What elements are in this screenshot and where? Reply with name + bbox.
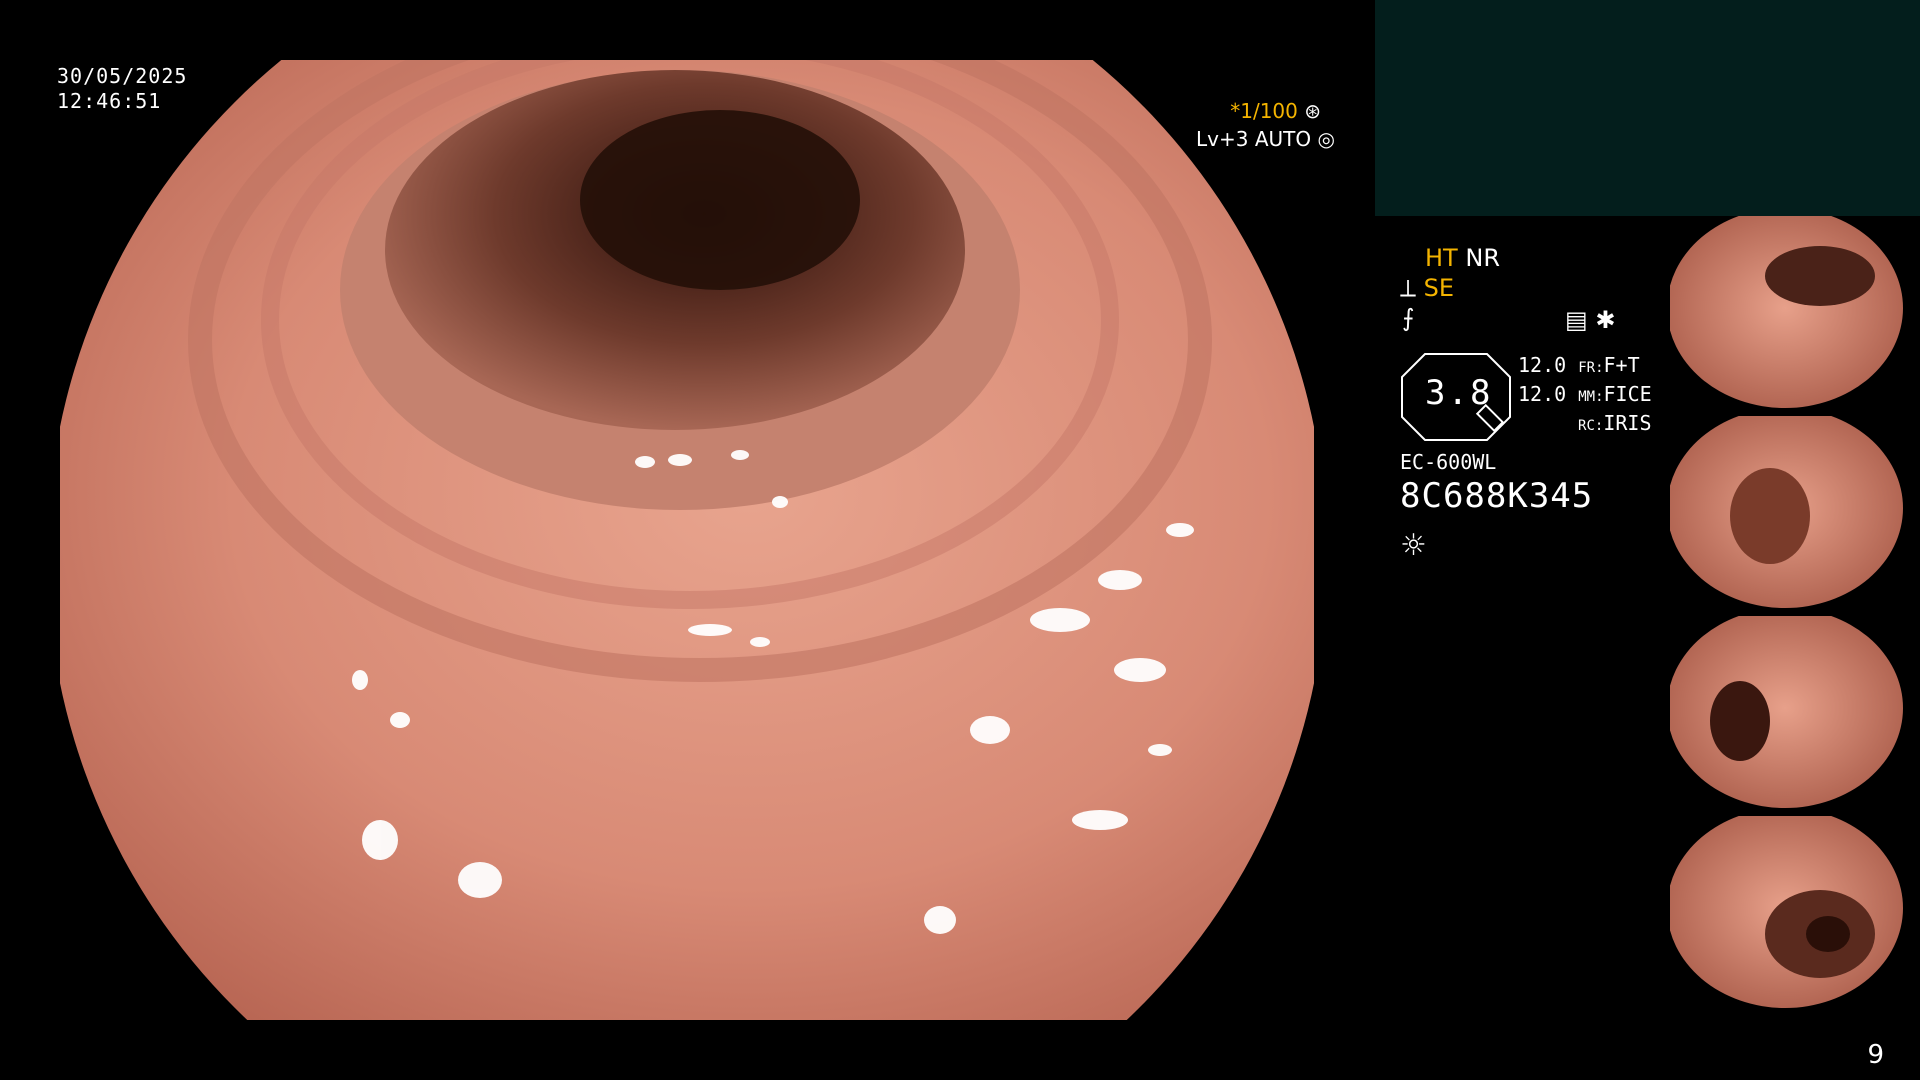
level-text: Lv+3 AUTO bbox=[1196, 127, 1312, 151]
scope-serial: 8C688K345 bbox=[1400, 476, 1594, 516]
se-row: ⟂ SE bbox=[1400, 274, 1454, 302]
thumbnail-2[interactable] bbox=[1670, 416, 1920, 616]
spec-value: 12.0 bbox=[1518, 382, 1567, 406]
aperture-icon: ⊛ bbox=[1304, 99, 1321, 123]
spec-value: 12.0 bbox=[1518, 353, 1567, 377]
zoom-icon: ⨍ bbox=[1402, 304, 1415, 332]
thumbnail-1[interactable] bbox=[1670, 216, 1920, 416]
thumbnail-3[interactable] bbox=[1670, 616, 1920, 816]
date-text: 30/05/2025 bbox=[57, 64, 188, 88]
spec-label: MM: bbox=[1578, 389, 1604, 405]
spec-mode: FICE bbox=[1603, 382, 1652, 406]
spec-label: FR: bbox=[1578, 360, 1604, 376]
menu-icon: ▤ bbox=[1565, 306, 1588, 334]
timestamp: 30/05/2025 12:46:51 bbox=[57, 64, 187, 114]
nr-label: NR bbox=[1465, 244, 1500, 272]
spec-row: 12.0 FR:F+T bbox=[1518, 352, 1652, 381]
thumbnail-strip bbox=[1670, 216, 1920, 1016]
status-panel bbox=[1375, 0, 1920, 216]
scope-icon: ⟂ bbox=[1400, 274, 1417, 302]
spec-mode: IRIS bbox=[1603, 411, 1652, 435]
se-label: SE bbox=[1423, 274, 1455, 302]
star-icon: ✱ bbox=[1595, 306, 1616, 334]
spec-label: RC: bbox=[1578, 418, 1604, 434]
menu-star-row: ▤ ✱ bbox=[1565, 306, 1615, 334]
light-icon: ☼ bbox=[1400, 528, 1427, 563]
spec-row: 12.0 MM:FICE bbox=[1518, 381, 1652, 410]
shutter-text: *1/100 bbox=[1230, 99, 1298, 123]
processing-modes: HT NR bbox=[1425, 244, 1500, 272]
thumbnail-4[interactable] bbox=[1670, 816, 1920, 1016]
spec-mode: F+T bbox=[1603, 353, 1640, 377]
scope-model: EC-600WL bbox=[1400, 450, 1497, 474]
spec-list: 12.0 FR:F+T 12.0 MM:FICE RC:IRIS bbox=[1518, 352, 1652, 439]
page-number: 9 bbox=[1867, 1040, 1884, 1070]
gauge-value: 3.8 bbox=[1425, 373, 1493, 413]
main-endoscopy-view bbox=[60, 60, 1314, 1020]
exposure-readout: *1/100 ⊛ Lv+3 AUTO ◎ bbox=[1196, 99, 1335, 155]
settings-icon: ◎ bbox=[1317, 127, 1335, 151]
spec-row: RC:IRIS bbox=[1518, 410, 1652, 439]
ht-label: HT bbox=[1425, 244, 1458, 272]
time-text: 12:46:51 bbox=[57, 89, 162, 113]
